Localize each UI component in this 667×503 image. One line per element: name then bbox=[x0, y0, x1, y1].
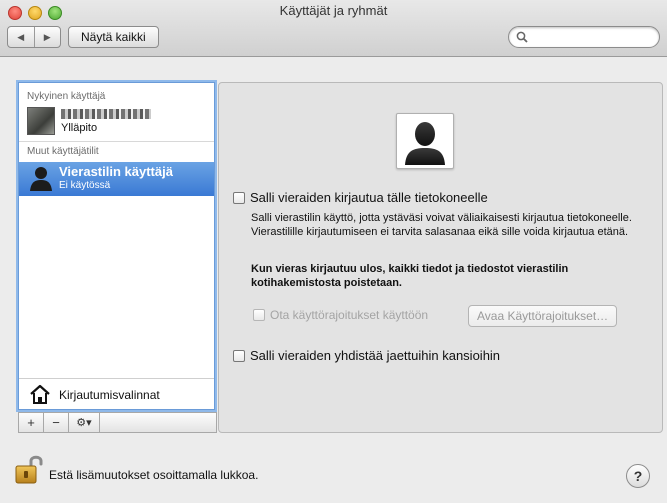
guest-user-name: Vierastilin käyttäjä bbox=[59, 164, 173, 179]
help-button[interactable]: ? bbox=[626, 464, 650, 488]
toolbar-spacer bbox=[99, 412, 217, 433]
parental-controls-row: Ota käyttörajoitukset käyttöön bbox=[253, 308, 428, 322]
guest-settings-panel: Salli vieraiden kirjautua tälle tietokon… bbox=[218, 82, 663, 433]
back-arrow-icon[interactable]: ◀ bbox=[8, 27, 35, 47]
guest-user-item[interactable]: Vierastilin käyttäjä Ei käytössä bbox=[19, 162, 214, 196]
title-bar: Käyttäjät ja ryhmät ◀ ▶ Näytä kaikki bbox=[0, 0, 667, 57]
lock-icon[interactable] bbox=[14, 454, 44, 488]
parental-controls-label: Ota käyttörajoitukset käyttöön bbox=[270, 308, 429, 322]
forward-arrow-icon[interactable]: ▶ bbox=[35, 27, 61, 47]
guest-logout-warning: Kun vieras kirjautuu ulos, kaikki tiedot… bbox=[251, 263, 569, 289]
guest-user-status: Ei käytössä bbox=[59, 180, 111, 191]
other-accounts-heading: Muut käyttäjätilit bbox=[27, 146, 99, 157]
allow-guest-login-label: Salli vieraiden kirjautua tälle tietokon… bbox=[250, 190, 488, 205]
house-icon bbox=[30, 384, 50, 404]
window-title: Käyttäjät ja ryhmät bbox=[279, 3, 388, 18]
blurred-user-name bbox=[61, 109, 151, 119]
user-avatar bbox=[27, 107, 55, 135]
section-divider bbox=[19, 141, 214, 142]
guest-picture[interactable] bbox=[396, 113, 454, 169]
list-toolbar: + − ⚙▾ bbox=[18, 412, 217, 433]
shared-folders-checkbox[interactable] bbox=[233, 349, 245, 362]
guest-login-description: Salli vierastilin käyttö, jotta ystäväsi… bbox=[251, 212, 632, 238]
guest-silhouette-icon bbox=[405, 122, 445, 165]
add-user-button[interactable]: + bbox=[18, 412, 43, 433]
current-user-heading: Nykyinen käyttäjä bbox=[27, 91, 106, 102]
login-options-item[interactable]: Kirjautumisvalinnat bbox=[19, 378, 214, 409]
search-icon bbox=[516, 31, 528, 43]
current-user-role: Ylläpito bbox=[61, 122, 98, 134]
action-menu-button[interactable]: ⚙▾ bbox=[68, 412, 99, 433]
search-input[interactable] bbox=[531, 28, 655, 46]
allow-guest-login-row[interactable]: Salli vieraiden kirjautua tälle tietokon… bbox=[233, 190, 488, 205]
lock-message: Estä lisämuutokset osoittamalla lukkoa. bbox=[49, 468, 259, 482]
back-forward-control[interactable]: ◀ ▶ bbox=[7, 26, 61, 48]
search-field[interactable] bbox=[508, 26, 660, 48]
open-parental-controls-button: Avaa Käyttörajoitukset… bbox=[468, 305, 618, 327]
shared-folders-row[interactable]: Salli vieraiden yhdistää jaettuihin kans… bbox=[233, 348, 500, 363]
user-list[interactable]: Nykyinen käyttäjä Ylläpito Muut käyttäjä… bbox=[18, 82, 215, 410]
current-user-item[interactable]: Ylläpito bbox=[19, 105, 214, 139]
remove-user-button[interactable]: − bbox=[43, 412, 68, 433]
login-options-label: Kirjautumisvalinnat bbox=[59, 388, 160, 402]
shared-folders-label: Salli vieraiden yhdistää jaettuihin kans… bbox=[250, 348, 501, 363]
parental-controls-checkbox bbox=[253, 309, 265, 321]
allow-guest-login-checkbox[interactable] bbox=[233, 191, 245, 204]
show-all-button[interactable]: Näytä kaikki bbox=[68, 26, 159, 48]
guest-silhouette-icon bbox=[30, 167, 52, 191]
